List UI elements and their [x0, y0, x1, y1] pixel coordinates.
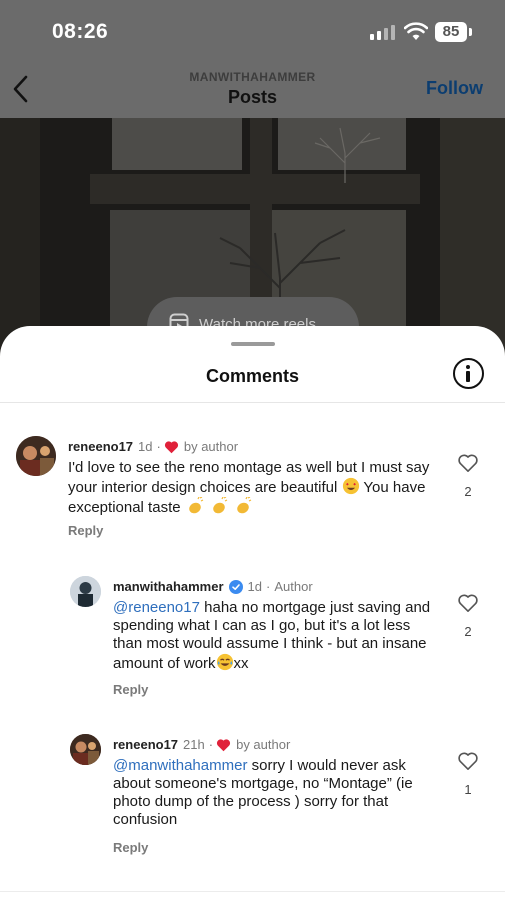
mention-link[interactable]: @manwithahammer: [113, 757, 247, 774]
comment-time: 1d: [247, 579, 263, 594]
meta-separator: ·: [156, 439, 161, 454]
heart-outline-icon[interactable]: [457, 751, 479, 771]
bottom-divider: [0, 891, 505, 892]
heart-eyes-emoji: [342, 477, 359, 495]
comment-username[interactable]: reneeno17: [68, 439, 133, 454]
avatar[interactable]: [70, 576, 101, 607]
like-count: 1: [464, 782, 472, 797]
author-like-badge: by author: [183, 439, 239, 454]
battery-icon: 85: [435, 22, 467, 42]
battery-cap: [469, 28, 472, 36]
heart-filled-icon: [216, 738, 231, 752]
tree-branches: [314, 127, 381, 183]
heart-outline-icon[interactable]: [457, 593, 479, 613]
comment-meta: manwithahammer 1d · Author: [113, 579, 313, 594]
reply-button[interactable]: Reply: [68, 523, 103, 538]
tears-of-joy-emoji: [216, 653, 233, 671]
comment-meta: reneeno17 1d · by author: [68, 439, 238, 454]
comment-meta: reneeno17 21h · by author: [113, 737, 290, 752]
comment-text-part: xx: [233, 655, 249, 672]
reply-button[interactable]: Reply: [113, 840, 148, 855]
sheet-title: Comments: [205, 366, 299, 386]
comment-time: 21h: [183, 737, 205, 752]
info-icon[interactable]: [453, 358, 484, 389]
clapping-hands-emoji: [213, 497, 228, 514]
top-nav: MANWITHAHAMMER Posts Follow: [0, 62, 505, 118]
mention-link[interactable]: @reneeno17: [113, 599, 200, 616]
clapping-hands-emoji: [188, 497, 204, 514]
heart-filled-icon: [164, 440, 179, 454]
heart-outline-icon[interactable]: [457, 453, 479, 473]
signal-icon: [370, 25, 395, 40]
comment-username[interactable]: manwithahammer: [113, 579, 224, 594]
like-count: 2: [464, 624, 472, 639]
avatar[interactable]: [70, 734, 101, 765]
like-count: 2: [464, 484, 472, 499]
clock: 08:26: [52, 20, 109, 43]
avatar[interactable]: [16, 436, 56, 476]
wifi-icon: [404, 22, 428, 40]
comment-time: 1d: [138, 439, 153, 454]
clapping-hands-emoji: [237, 497, 252, 514]
comment-text: I'd love to see the reno montage as well…: [68, 459, 438, 517]
follow-button[interactable]: Follow: [426, 78, 483, 99]
status-bar: 08:26 85: [0, 0, 505, 62]
author-label: Author: [274, 579, 313, 594]
comment-text: @manwithahammer sorry I would never ask …: [113, 757, 433, 829]
meta-separator: ·: [266, 579, 271, 594]
verified-badge-icon: [228, 579, 243, 594]
author-like-badge: by author: [236, 737, 291, 752]
comment-text: @reneeno17 haha no mortgage just saving …: [113, 599, 433, 673]
comments-sheet: Comments reneeno17 1d · by author I'd lo…: [0, 326, 505, 900]
reply-button[interactable]: Reply: [113, 682, 148, 697]
meta-separator: ·: [208, 737, 214, 752]
header-divider: [0, 402, 505, 403]
drag-handle[interactable]: [231, 342, 275, 346]
comment-username[interactable]: reneeno17: [113, 737, 178, 752]
